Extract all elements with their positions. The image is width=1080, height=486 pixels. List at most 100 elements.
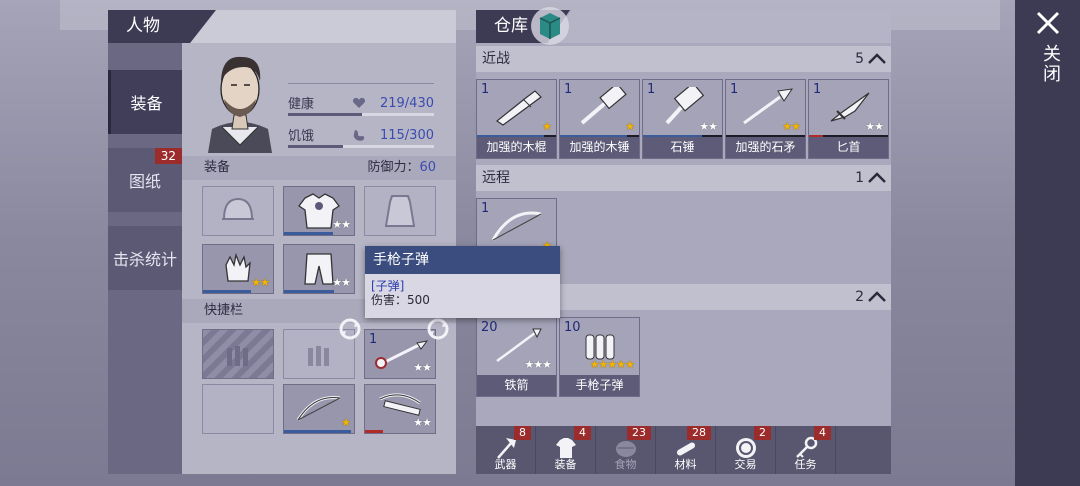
filter-tab-materials[interactable]: 28 材料 xyxy=(656,426,716,474)
filter-tab-trade[interactable]: 2 交易 xyxy=(716,426,776,474)
gloves-stars: ★★ xyxy=(251,276,270,289)
tooltip-damage: 伤害：500 xyxy=(371,293,430,307)
item-name: 铁箭 xyxy=(477,375,556,396)
item-card-dagger[interactable]: 1 ★★ 匕首 xyxy=(808,79,889,159)
item-card-reinforced-mallet[interactable]: 1 ★ 加强的木锤 xyxy=(559,79,640,159)
leg-armor-slot[interactable]: ★★ xyxy=(283,244,355,294)
filter-tab-weapons[interactable]: 8 武器 xyxy=(476,426,536,474)
item-count: 20 xyxy=(481,320,498,335)
cloak-slot[interactable] xyxy=(364,186,436,236)
item-stars: ★ xyxy=(625,120,635,133)
item-name: 匕首 xyxy=(809,137,888,158)
quick-slot-3-stars: ★★ xyxy=(413,361,432,374)
category-ranged-count-value: 1 xyxy=(855,170,864,186)
tooltip-body: [子弹] 伤害：500 xyxy=(365,274,560,318)
category-ammo-count: 2 xyxy=(855,284,887,310)
item-card-iron-arrow[interactable]: 20 ★★★ 铁箭 xyxy=(476,317,557,397)
filter-tab-equipment[interactable]: 4 装备 xyxy=(536,426,596,474)
tab-equipment-label: 装备 xyxy=(130,94,163,113)
blueprints-badge: 32 xyxy=(154,148,182,164)
chest-armor-stars: ★★ xyxy=(332,218,351,231)
item-stars: ★★ xyxy=(699,120,718,133)
filter-tab-quests[interactable]: 4 任务 xyxy=(776,426,836,474)
club-icon xyxy=(495,90,542,126)
quick-slot-6-stars: ★★ xyxy=(413,416,432,429)
category-ranged-count: 1 xyxy=(855,165,887,191)
health-value: 219/430 xyxy=(379,96,434,111)
stats-top-divider xyxy=(288,83,434,84)
item-tooltip: 手枪子弹 [子弹] 伤害：500 xyxy=(365,246,560,318)
item-name: 石锤 xyxy=(643,137,722,158)
filter-tab-label: 食物 xyxy=(614,458,637,471)
item-stars: ★★★ xyxy=(524,358,552,371)
swap-icon[interactable] xyxy=(426,317,450,341)
storage-header-bar xyxy=(546,10,891,43)
item-card-stone-hammer[interactable]: 1 ★★ 石锤 xyxy=(642,79,723,159)
chest-armor-durability xyxy=(284,232,333,235)
chest-armor-slot[interactable]: ★★ xyxy=(283,186,355,236)
item-stars: ★ xyxy=(542,120,552,133)
cloak-icon xyxy=(384,195,416,227)
category-ammo-count-value: 2 xyxy=(855,289,864,305)
category-melee[interactable]: 近战 5 xyxy=(476,46,891,72)
bow-icon xyxy=(491,211,541,241)
defense-readout: 防御力：60 xyxy=(367,156,436,180)
quick-slot-4[interactable] xyxy=(202,384,274,434)
equipment-section-header: 装备 防御力：60 xyxy=(182,156,456,180)
tab-blueprints[interactable]: 图纸 32 xyxy=(108,148,182,212)
item-card-pistol-ammo[interactable]: 10 ★★★★★ 手枪子弹 xyxy=(559,317,640,397)
heart-icon xyxy=(352,97,366,108)
character-portrait xyxy=(200,45,280,153)
close-label: 关闭 xyxy=(1040,44,1061,84)
hunger-bar-fill xyxy=(288,145,344,148)
stomach-icon xyxy=(353,130,365,141)
health-bar xyxy=(288,113,434,116)
close-button[interactable]: 关闭 xyxy=(1015,0,1080,486)
item-count: 1 xyxy=(481,201,490,216)
quick-slot-5[interactable]: ★ xyxy=(283,384,355,434)
gloves-slot[interactable]: ★★ xyxy=(202,244,274,294)
helmet-slot[interactable] xyxy=(202,186,274,236)
item-count: 1 xyxy=(647,82,656,97)
chevron-up-icon xyxy=(868,53,886,64)
close-icon xyxy=(1036,11,1060,35)
tab-blueprints-label: 图纸 xyxy=(128,172,161,191)
item-name: 加强的木锤 xyxy=(560,137,639,158)
item-name: 加强的石矛 xyxy=(726,137,805,158)
ammo-icon xyxy=(227,346,248,366)
item-card-reinforced-stone-spear[interactable]: 1 ★★ 加强的石矛 xyxy=(725,79,806,159)
item-count: 1 xyxy=(730,82,739,97)
item-card-reinforced-stick[interactable]: 1 ★ 加强的木棍 xyxy=(476,79,557,159)
item-count: 10 xyxy=(564,320,581,335)
gloves-durability xyxy=(203,290,251,293)
tooltip-title: 手枪子弹 xyxy=(365,246,560,274)
storage-filter-tabs: 8 武器 4 装备 23 食物 28 材料 2 交易 4 任务 xyxy=(476,426,891,474)
leg-armor-stars: ★★ xyxy=(332,276,351,289)
item-stars: ★★ xyxy=(865,120,884,133)
character-side-tabs: 装备 图纸 32 击杀统计 xyxy=(108,43,182,474)
storage-box-icon xyxy=(531,7,569,45)
health-bar-fill xyxy=(288,113,363,116)
quick-slot-1[interactable] xyxy=(202,329,274,379)
filter-tab-label: 任务 xyxy=(794,458,817,471)
character-header-bar xyxy=(190,10,456,43)
filter-tab-badge: 4 xyxy=(814,426,831,440)
category-melee-count: 5 xyxy=(855,46,887,72)
character-panel: 人物 装备 图纸 32 击杀统计 健康 219/430 饥饿 115/300 装… xyxy=(108,10,456,474)
filter-tab-badge: 4 xyxy=(574,426,591,440)
category-melee-label: 近战 xyxy=(482,51,510,67)
tab-equipment[interactable]: 装备 xyxy=(108,70,182,134)
filter-tab-food[interactable]: 23 食物 xyxy=(596,426,656,474)
category-ranged[interactable]: 远程 1 xyxy=(476,165,891,191)
filter-tab-badge: 8 xyxy=(514,426,531,440)
tab-kill-stats-label: 击杀统计 xyxy=(112,250,177,269)
item-name: 手枪子弹 xyxy=(560,375,639,396)
chevron-up-icon xyxy=(868,172,886,183)
ammo-icon xyxy=(308,346,329,366)
chevron-up-icon xyxy=(868,291,886,302)
defense-label: 防御力： xyxy=(367,160,420,175)
quick-slot-5-durability xyxy=(284,430,352,433)
swap-icon[interactable] xyxy=(338,317,362,341)
quick-slot-6[interactable]: ★★ xyxy=(364,384,436,434)
tab-kill-stats[interactable]: 击杀统计 xyxy=(108,226,182,290)
